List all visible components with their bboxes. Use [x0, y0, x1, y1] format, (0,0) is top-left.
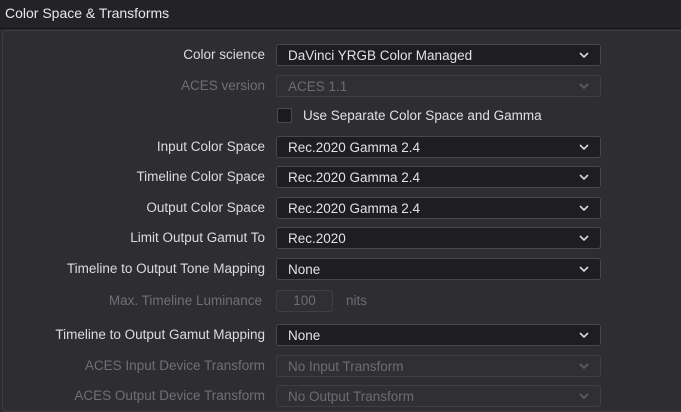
input-color-space-dropdown[interactable]: Rec.2020 Gamma 2.4	[276, 136, 601, 158]
limit-output-gamut-dropdown[interactable]: Rec.2020	[276, 227, 601, 249]
gamut-mapping-label: Timeline to Output Gamut Mapping	[55, 327, 265, 342]
gamut-mapping-dropdown[interactable]: None	[276, 324, 601, 346]
chevron-down-icon	[579, 393, 589, 400]
aces-output-transform-value: No Output Transform	[288, 389, 415, 404]
color-science-label: Color science	[183, 47, 265, 62]
tone-mapping-label: Timeline to Output Tone Mapping	[66, 261, 265, 276]
aces-input-transform-dropdown[interactable]: No Input Transform	[276, 355, 601, 377]
chevron-down-icon	[579, 205, 589, 212]
chevron-down-icon	[579, 174, 589, 181]
timeline-color-space-value: Rec.2020 Gamma 2.4	[288, 170, 421, 185]
chevron-down-icon	[579, 83, 589, 90]
max-luminance-label: Max. Timeline Luminance	[108, 293, 262, 308]
aces-version-label: ACES version	[180, 78, 265, 93]
separate-color-space-checkbox[interactable]	[277, 108, 292, 123]
limit-output-gamut-value: Rec.2020	[288, 231, 346, 246]
aces-output-transform-dropdown[interactable]: No Output Transform	[276, 385, 601, 407]
chevron-down-icon	[579, 144, 589, 151]
section-header: Color Space & Transforms	[0, 0, 681, 29]
chevron-down-icon	[579, 235, 589, 242]
aces-output-transform-label: ACES Output Device Transform	[74, 388, 265, 403]
output-color-space-dropdown[interactable]: Rec.2020 Gamma 2.4	[276, 197, 601, 219]
aces-input-transform-label: ACES Input Device Transform	[84, 358, 265, 373]
timeline-color-space-dropdown[interactable]: Rec.2020 Gamma 2.4	[276, 166, 601, 188]
gamut-mapping-value: None	[288, 328, 321, 343]
aces-input-transform-value: No Input Transform	[288, 359, 404, 374]
aces-version-value: ACES 1.1	[288, 79, 348, 94]
tone-mapping-value: None	[288, 262, 321, 277]
output-color-space-label: Output Color Space	[146, 200, 265, 215]
color-science-dropdown[interactable]: DaVinci YRGB Color Managed	[276, 44, 601, 66]
chevron-down-icon	[579, 332, 589, 339]
section-title: Color Space & Transforms	[5, 5, 170, 21]
aces-version-dropdown[interactable]: ACES 1.1	[276, 75, 601, 97]
separate-color-space-label[interactable]: Use Separate Color Space and Gamma	[303, 108, 542, 123]
color-science-value: DaVinci YRGB Color Managed	[288, 48, 473, 63]
chevron-down-icon	[579, 266, 589, 273]
limit-output-gamut-label: Limit Output Gamut To	[130, 230, 265, 245]
chevron-down-icon	[579, 52, 589, 59]
output-color-space-value: Rec.2020 Gamma 2.4	[288, 201, 421, 216]
chevron-down-icon	[579, 363, 589, 370]
input-color-space-value: Rec.2020 Gamma 2.4	[288, 140, 421, 155]
timeline-color-space-label: Timeline Color Space	[136, 169, 265, 184]
tone-mapping-dropdown[interactable]: None	[276, 258, 601, 280]
max-luminance-unit: nits	[346, 293, 368, 308]
input-color-space-label: Input Color Space	[156, 139, 265, 154]
max-luminance-input[interactable]: 100	[276, 290, 333, 312]
